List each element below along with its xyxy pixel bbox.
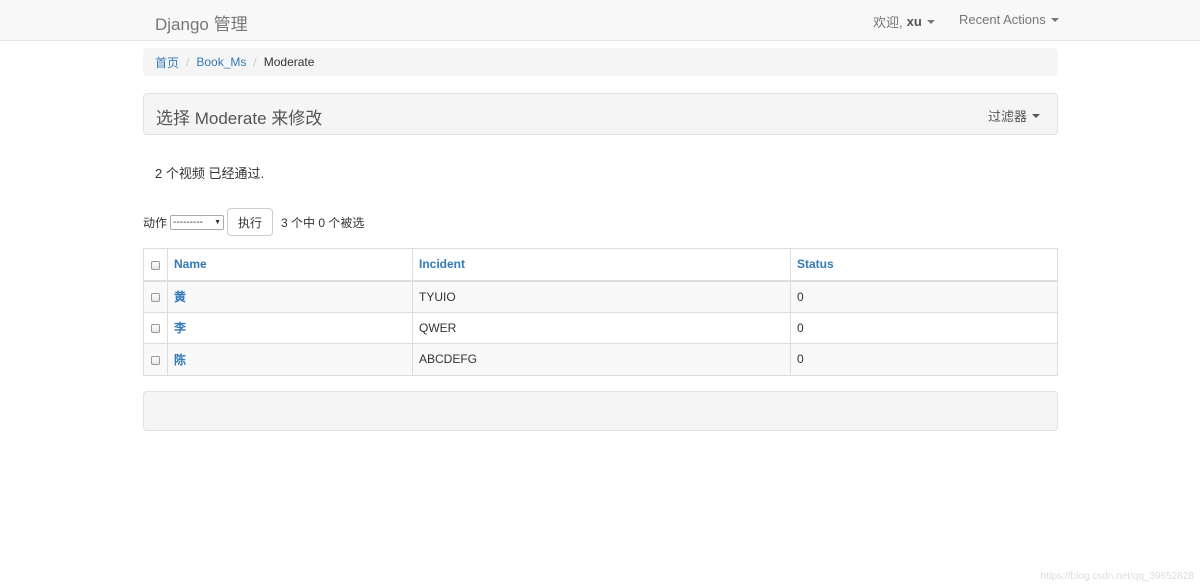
top-navbar: Django 管理 欢迎, xu Recent Actions	[0, 0, 1200, 41]
row-checkbox[interactable]	[151, 324, 160, 334]
select-all-checkbox[interactable]	[151, 260, 160, 270]
selection-counter: 3 个中 0 个被选	[281, 215, 365, 230]
action-label: 动作	[143, 215, 168, 230]
brand-title[interactable]: Django 管理	[155, 10, 248, 35]
breadcrumb-separator: /	[253, 55, 257, 69]
table-row: 陈 ABCDEFG 0	[143, 343, 1058, 376]
row-checkbox[interactable]	[151, 355, 160, 365]
select-arrow-icon: ▼	[214, 218, 222, 226]
table-row: 黄 TYUIO 0	[143, 280, 1058, 313]
status-cell: 0	[790, 311, 1058, 344]
select-all-cell	[143, 248, 168, 282]
breadcrumb: 首页 / Book_Ms / Moderate	[143, 48, 1058, 76]
results-table: Name Incident Status 黄 TYUIO 0 李 QWER 0 …	[143, 248, 1058, 376]
incident-cell: QWER	[412, 311, 791, 344]
action-select-value: ---------	[173, 216, 203, 228]
breadcrumb-separator: /	[186, 55, 190, 69]
breadcrumb-app[interactable]: Book_Ms	[196, 55, 246, 69]
column-header-status[interactable]: Status	[790, 248, 1058, 282]
name-link[interactable]: 黄	[174, 290, 186, 304]
page-header-panel: 选择 Moderate 来修改 过滤器	[143, 93, 1058, 135]
caret-down-icon	[926, 19, 935, 24]
filter-dropdown[interactable]: 过滤器	[988, 106, 1041, 125]
row-checkbox-cell	[143, 311, 168, 344]
name-cell: 李	[167, 311, 413, 344]
welcome-text: 欢迎,	[873, 15, 903, 30]
caret-down-icon	[1050, 17, 1059, 22]
user-menu[interactable]: 欢迎, xu	[873, 12, 935, 31]
table-row: 李 QWER 0	[143, 311, 1058, 344]
success-message: 2 个视频 已经通过.	[155, 166, 265, 181]
table-header-row: Name Incident Status	[143, 248, 1058, 282]
username: xu	[906, 14, 922, 29]
row-checkbox[interactable]	[151, 292, 160, 302]
caret-down-icon	[1032, 113, 1041, 118]
name-cell: 黄	[167, 280, 413, 313]
filter-label: 过滤器	[988, 109, 1028, 124]
breadcrumb-current: Moderate	[263, 55, 315, 69]
row-checkbox-cell	[143, 280, 168, 313]
footer-panel	[143, 391, 1058, 431]
name-link[interactable]: 陈	[174, 353, 186, 367]
name-link[interactable]: 李	[174, 321, 186, 335]
recent-actions-menu[interactable]: Recent Actions	[959, 12, 1059, 27]
status-cell: 0	[790, 280, 1058, 313]
name-cell: 陈	[167, 343, 413, 376]
action-bar: 动作 --------- ▼ 执行 3 个中 0 个被选	[143, 208, 364, 236]
action-select[interactable]: --------- ▼	[170, 214, 225, 230]
incident-cell: ABCDEFG	[412, 343, 791, 376]
status-cell: 0	[790, 343, 1058, 376]
row-checkbox-cell	[143, 343, 168, 376]
breadcrumb-home[interactable]: 首页	[155, 54, 179, 71]
run-action-button[interactable]: 执行	[227, 208, 274, 236]
incident-cell: TYUIO	[412, 280, 791, 313]
column-header-incident[interactable]: Incident	[412, 248, 791, 282]
watermark: https://blog.csdn.net/qq_39652828	[1040, 571, 1194, 582]
page-title: 选择 Moderate 来修改	[156, 109, 323, 128]
recent-actions-label: Recent Actions	[959, 12, 1046, 27]
column-header-name[interactable]: Name	[167, 248, 413, 282]
